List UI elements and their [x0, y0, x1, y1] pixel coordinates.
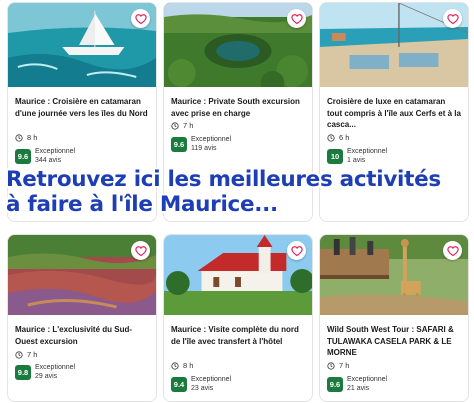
- review-count: 21 avis: [347, 385, 370, 392]
- favorite-button[interactable]: [131, 9, 150, 28]
- duration: 7 h: [15, 350, 37, 359]
- rating-label: Exceptionnel: [35, 364, 76, 371]
- card-title[interactable]: Maurice : Visite complète du nord de l'î…: [171, 324, 306, 347]
- card-title[interactable]: Croisière de luxe en catamaran tout comp…: [327, 96, 462, 131]
- duration-text: 7 h: [339, 361, 350, 370]
- rating-badge: 9.6: [327, 376, 343, 392]
- heart-icon: [134, 245, 147, 256]
- rating-badge: 9.6: [171, 136, 187, 152]
- clock-icon: [327, 361, 335, 370]
- duration: 8 h: [171, 361, 193, 370]
- favorite-button[interactable]: [443, 241, 462, 260]
- clock-icon: [327, 133, 335, 142]
- rating-badge: 9.6: [15, 148, 31, 164]
- duration: 7 h: [327, 361, 349, 370]
- review-count: 344 avis: [35, 157, 62, 164]
- favorite-button[interactable]: [443, 9, 462, 28]
- promo-banner: Retrouvez ici les meilleures activités à…: [6, 167, 472, 217]
- card-title[interactable]: Wild South West Tour : SAFARI & TULAWAKA…: [327, 324, 462, 359]
- card-title[interactable]: Maurice : Private South excursion avec p…: [171, 96, 306, 119]
- duration-text: 6 h: [339, 133, 350, 142]
- clock-icon: [15, 133, 23, 142]
- rating-badge: 9.4: [171, 376, 187, 392]
- favorite-button[interactable]: [131, 241, 150, 260]
- review-count: 119 avis: [191, 145, 217, 152]
- clock-icon: [15, 350, 23, 359]
- heart-icon: [290, 245, 303, 256]
- rating-badge: 9.8: [15, 364, 31, 380]
- rating: 9.6 Exceptionnel 119 avis: [171, 135, 231, 153]
- rating: 10 Exceptionnel 1 avis: [327, 147, 387, 165]
- duration: 6 h: [327, 133, 349, 142]
- duration-text: 8 h: [183, 361, 194, 370]
- duration-text: 7 h: [27, 350, 38, 359]
- clock-icon: [171, 121, 179, 130]
- heart-icon: [446, 13, 459, 24]
- review-count: 1 avis: [347, 157, 366, 164]
- rating-label: Exceptionnel: [347, 376, 388, 383]
- duration-text: 7 h: [183, 121, 194, 130]
- duration-text: 8 h: [27, 133, 38, 142]
- favorite-button[interactable]: [287, 241, 306, 260]
- rating-label: Exceptionnel: [191, 136, 232, 143]
- rating-label: Exceptionnel: [35, 148, 76, 155]
- card-title[interactable]: Maurice : L'exclusivité du Sud-Ouest exc…: [15, 324, 150, 347]
- review-count: 23 avis: [191, 385, 214, 392]
- heart-icon: [290, 13, 303, 24]
- rating-label: Exceptionnel: [191, 376, 232, 383]
- rating: 9.6 Exceptionnel 21 avis: [327, 375, 387, 393]
- rating-badge: 10: [327, 148, 343, 164]
- activity-card[interactable]: Maurice : L'exclusivité du Sud-Ouest exc…: [7, 234, 157, 402]
- activity-card[interactable]: Maurice : Visite complète du nord de l'î…: [163, 234, 313, 402]
- banner-line-2: à faire à l'île Maurice...: [6, 192, 278, 217]
- rating: 9.6 Exceptionnel 344 avis: [15, 147, 75, 165]
- clock-icon: [171, 361, 179, 370]
- card-title[interactable]: Maurice : Croisière en catamaran d'une j…: [15, 96, 150, 119]
- heart-icon: [134, 13, 147, 24]
- heart-icon: [446, 245, 459, 256]
- duration: 8 h: [15, 133, 37, 142]
- favorite-button[interactable]: [287, 9, 306, 28]
- review-count: 29 avis: [35, 373, 58, 380]
- rating-label: Exceptionnel: [347, 148, 388, 155]
- duration: 7 h: [171, 121, 193, 130]
- rating: 9.4 Exceptionnel 23 avis: [171, 375, 231, 393]
- rating: 9.8 Exceptionnel 29 avis: [15, 363, 75, 381]
- activity-card[interactable]: Wild South West Tour : SAFARI & TULAWAKA…: [319, 234, 469, 402]
- banner-line-1: Retrouvez ici les meilleures activités: [6, 167, 441, 192]
